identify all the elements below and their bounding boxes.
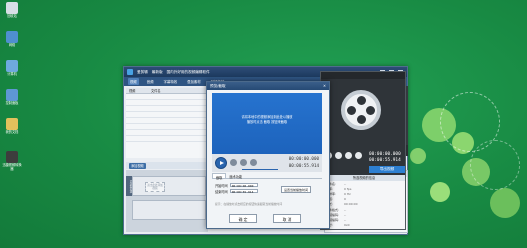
video-message: 请将本地中的视频添加到此处以播放 播放时点击 截取 按钮来截取 (212, 115, 322, 125)
dialog-titlebar: 预览/截取 ✕ (207, 82, 329, 90)
tab-magic[interactable]: 魔术功能 (226, 173, 245, 179)
app-subtitle: 最新版 (151, 69, 163, 74)
desktop-icon[interactable]: 网络 (2, 31, 22, 48)
decor-ring (470, 140, 520, 190)
desktop-icon-label: 回收站 (7, 14, 17, 18)
time-fields: 开始时间 00:00:00.000 结束时间 00:00:55.914 (215, 182, 258, 194)
toolbar-tab[interactable]: 视频 (128, 78, 139, 85)
column-header: 文件名 (151, 89, 161, 93)
desktop-icon[interactable]: 计算机 (2, 60, 22, 77)
decor-circle (430, 182, 450, 202)
start-time-input[interactable]: 00:00:00.000 (229, 182, 258, 188)
tab-trim[interactable]: 截取 (212, 173, 227, 180)
dialog-hint: 提示：在播放时点击相应的按钮快速截取当前播放时间 (215, 202, 283, 206)
film-reel-icon (341, 90, 381, 130)
pause-icon[interactable] (335, 152, 342, 159)
next-frame-icon[interactable] (240, 159, 247, 166)
video-message-line-2: 播放时点击 截取 按钮来截取 (246, 120, 288, 124)
info-value: -- (344, 181, 347, 186)
desktop-icon[interactable]: 回收站 (2, 2, 22, 19)
info-value: -- (344, 217, 347, 222)
timeline-track[interactable] (132, 200, 206, 220)
end-time-row: 结束时间 00:00:55.914 (215, 188, 258, 194)
toolbar-tab[interactable]: 叠加素材 (185, 78, 203, 85)
toolbar-tab[interactable]: 音频 (145, 78, 156, 85)
floating-times: 00:00:00.000 00:00:55.914 (369, 152, 401, 164)
desktop-app-icon (6, 60, 18, 72)
timeline-track[interactable]: 双击此处添加视频 (132, 176, 206, 196)
time-current: 00:00:00.000 (288, 156, 319, 161)
add-video-bar: 添加视频 (126, 162, 208, 169)
info-row: 尺寸:0x0 (323, 223, 405, 228)
list-row[interactable] (126, 136, 208, 142)
dialog-tabs: 截取 魔术功能 (212, 173, 322, 180)
app-logo-icon (127, 69, 133, 75)
desktop-icon[interactable]: 控制面板 (2, 89, 22, 106)
column-header: 视频 (129, 89, 136, 93)
cancel-button[interactable]: 取 消 (273, 214, 301, 223)
video-controls: 00:00:00.000 00:00:55.914 (212, 154, 322, 172)
dialog-title: 预览/截取 (210, 84, 226, 88)
play-button[interactable] (215, 157, 227, 169)
desktop-app-icon (6, 118, 18, 130)
info-value: 0 fps (344, 186, 352, 191)
end-time-input[interactable]: 00:00:55.914 (229, 188, 258, 194)
clip-placeholder[interactable]: 双击此处添加视频 (145, 182, 165, 192)
add-video-button[interactable]: 添加视频 (129, 162, 146, 169)
info-value: 00:00:00 (344, 202, 358, 207)
start-time-row: 开始时间 00:00:00.000 (215, 182, 258, 188)
time-total: 00:00:55.914 (288, 163, 319, 168)
info-value: -- (344, 207, 347, 212)
stop-icon[interactable] (250, 159, 257, 166)
video-list[interactable] (126, 94, 208, 158)
desktop-icon-label: 我的文档 (5, 130, 19, 134)
desktop-icon[interactable]: 迅捷视频转换器 (2, 151, 22, 171)
app-title: 爱剪辑 (137, 69, 148, 74)
prev-frame-icon[interactable] (230, 159, 237, 166)
info-value: -- (344, 212, 347, 217)
desktop-icon-label: 控制面板 (5, 101, 19, 105)
decor-circle (410, 148, 426, 164)
floating-info-panel: 所选视频的信息 文件名:--帧率:0 fps采样率:0 Hz声道:0时长:00:… (323, 175, 405, 229)
desktop-icon-label: 迅捷视频转换器 (2, 163, 22, 171)
app-tagline: 国内外好用的视频编辑软件 (166, 69, 210, 74)
desktop-app-icon (6, 151, 18, 163)
info-value: 0 (344, 197, 346, 202)
ok-button[interactable]: 确 定 (229, 214, 257, 223)
toolbar-tab[interactable]: 字幕特效 (162, 78, 180, 85)
stop-icon[interactable] (345, 152, 352, 159)
desktop-icon[interactable]: 我的文档 (2, 118, 22, 135)
close-icon[interactable]: ✕ (323, 82, 326, 90)
info-value: 0 Hz (344, 191, 351, 196)
desktop-icon-label: 网络 (8, 43, 16, 47)
video-area[interactable]: 请将本地中的视频添加到此处以播放 播放时点击 截取 按钮来截取 (212, 93, 322, 154)
decor-circle (490, 188, 520, 218)
seek-slider[interactable] (242, 169, 278, 171)
preview-trim-dialog: 预览/截取 ✕ 请将本地中的视频添加到此处以播放 播放时点击 截取 按钮来截取 … (206, 81, 330, 229)
desktop-icon-label: 计算机 (7, 72, 17, 76)
info-value: 0x0 (344, 223, 350, 228)
end-time-label: 结束时间 (215, 189, 228, 194)
desktop-app-icon (6, 2, 18, 14)
set-current-time-button[interactable]: 设置当前播放时间 (281, 186, 311, 193)
timeline: 已添加片段 双击此处添加视频 (126, 170, 208, 232)
floating-time-total: 00:00:55.914 (369, 158, 401, 163)
floating-preview-window: 00:00:00.000 00:00:55.914 导出视频 所选视频的信息 文… (320, 71, 406, 230)
desktop-app-icon (6, 89, 18, 101)
floating-titlebar (321, 72, 405, 79)
volume-icon[interactable] (355, 152, 362, 159)
floating-export-button[interactable]: 导出视频 (369, 166, 405, 173)
desktop-app-icon (6, 31, 18, 43)
start-time-label: 开始时间 (215, 183, 228, 188)
